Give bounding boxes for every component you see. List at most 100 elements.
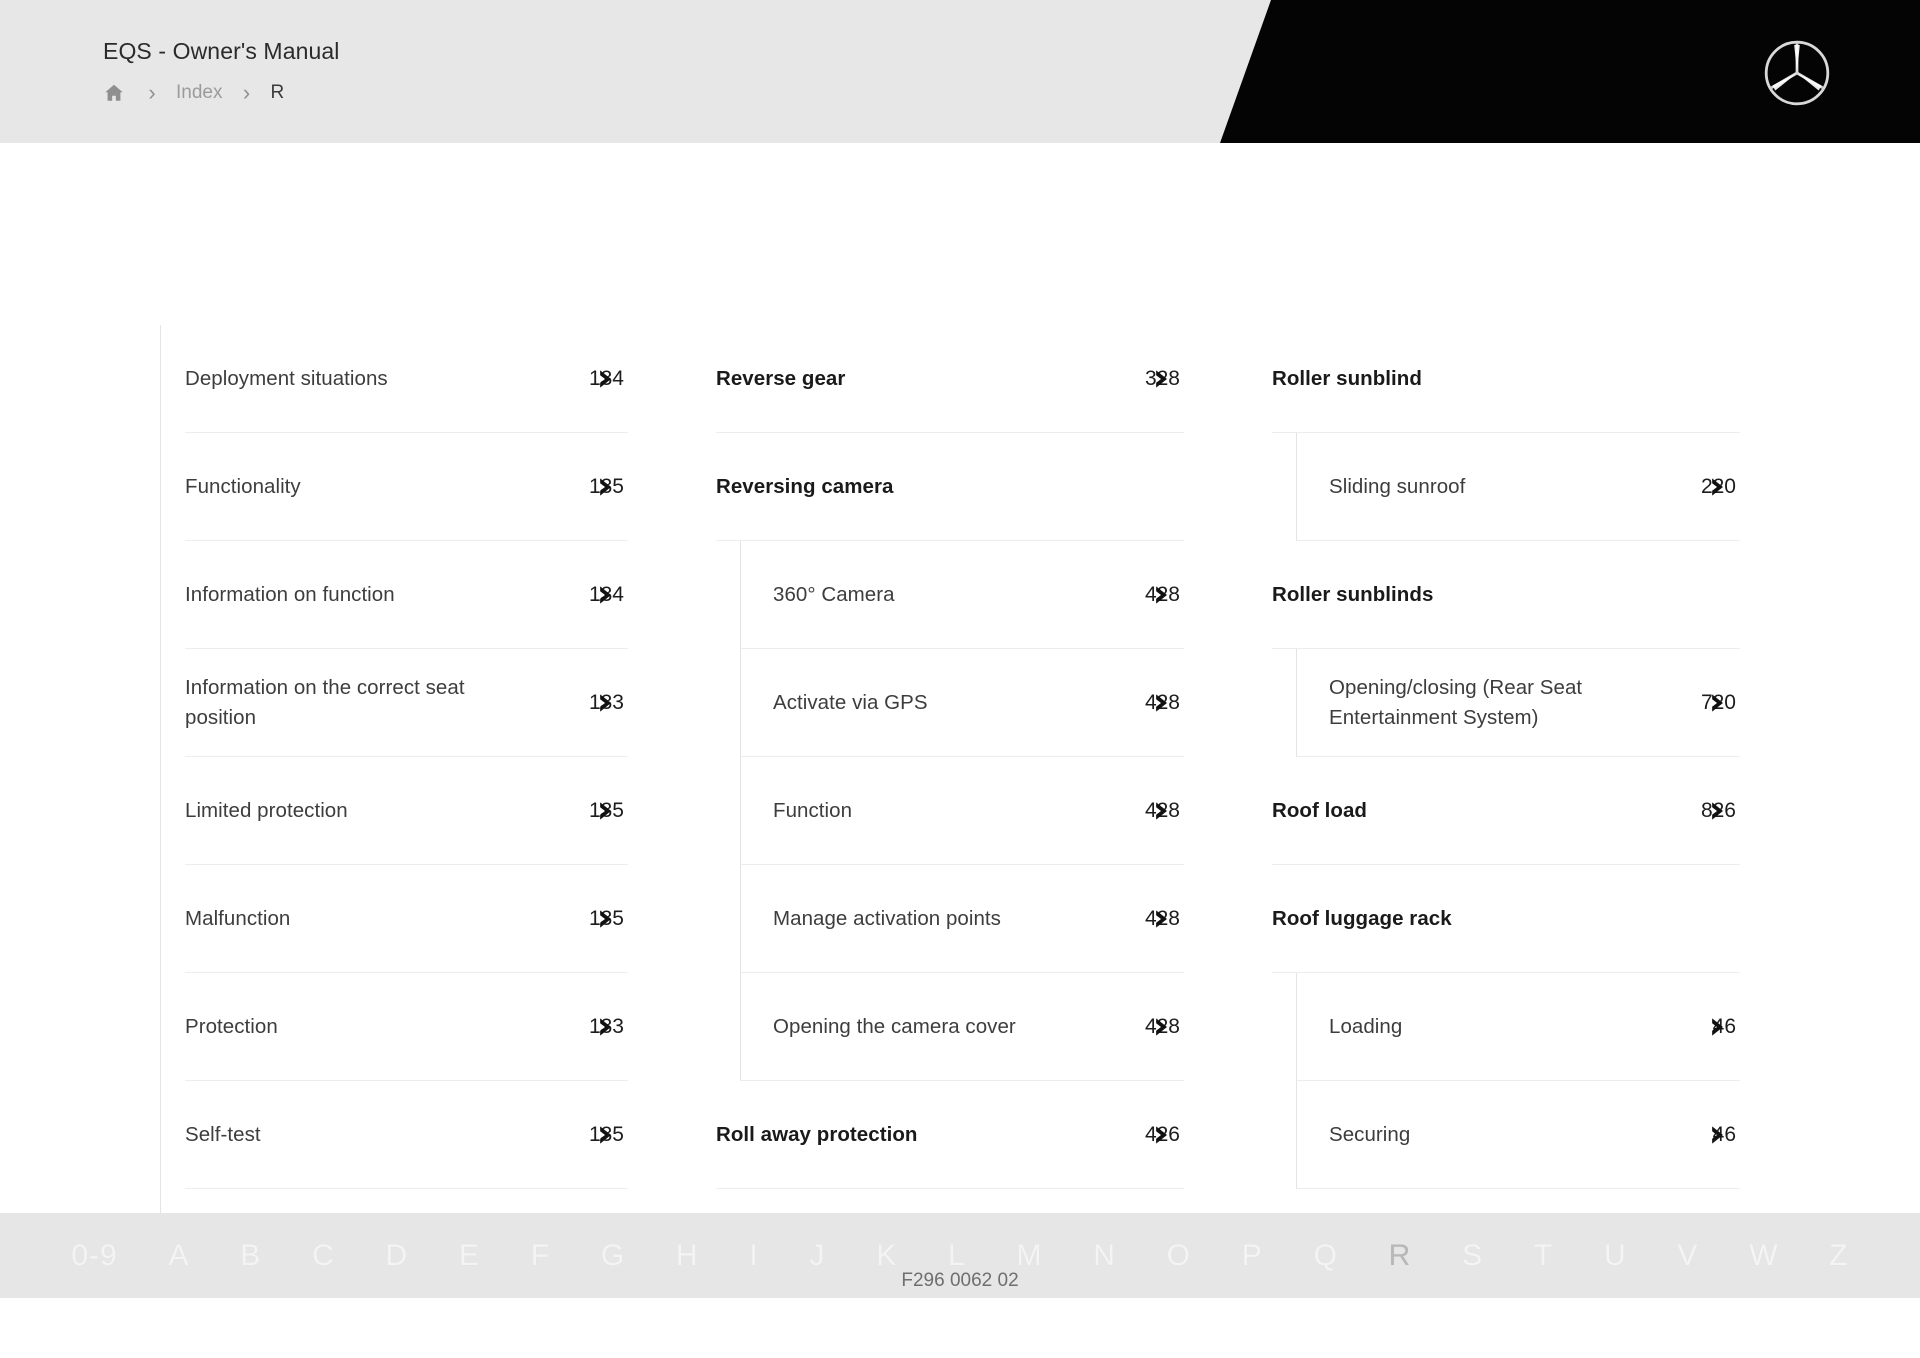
index-heading-row[interactable]: Roller sunblinds	[1272, 541, 1740, 649]
alphabet-link-o[interactable]: O	[1141, 1239, 1216, 1273]
index-entry-label: Malfunction	[185, 906, 291, 930]
index-entry-row[interactable]: Securing 46	[1296, 1081, 1740, 1189]
index-entry-row[interactable]: Opening the camera cover 428	[740, 973, 1184, 1081]
alphabet-link-i[interactable]: I	[724, 1239, 784, 1273]
index-page-number[interactable]: 46	[1694, 1015, 1740, 1039]
index-page-number[interactable]: 328	[1138, 367, 1184, 391]
page-header: EQS - Owner's Manual › Index › R	[0, 0, 1920, 143]
alphabet-link-l[interactable]: L	[923, 1239, 991, 1273]
index-heading-row[interactable]: Reverse gear 328	[716, 325, 1184, 433]
index-entry-label: Reversing camera	[716, 474, 894, 498]
index-entry-row[interactable]: Opening/closing (Rear Seat Entertainment…	[1296, 649, 1740, 757]
alphabet-link-09[interactable]: 0-9	[46, 1239, 143, 1273]
index-entry-label: Information on function	[185, 582, 395, 606]
page-number-text: 720	[1700, 690, 1736, 714]
index-entry-row[interactable]: Deployment situations 134	[185, 325, 628, 433]
page-number-text: 428	[1144, 906, 1180, 930]
index-entry-row[interactable]: Self-test 135	[185, 1081, 628, 1189]
alphabet-link-z[interactable]: Z	[1804, 1239, 1874, 1273]
breadcrumb-separator-2: ›	[242, 80, 251, 105]
index-page-number[interactable]: 135	[582, 1123, 628, 1147]
index-page-number[interactable]: 426	[1138, 1123, 1184, 1147]
page-number-text: 134	[588, 582, 624, 606]
index-page-number[interactable]: 134	[582, 367, 628, 391]
index-page-number[interactable]: 135	[582, 799, 628, 823]
page-title: EQS - Owner's Manual	[103, 38, 340, 64]
alphabet-link-s[interactable]: S	[1437, 1239, 1509, 1273]
alphabet-link-q[interactable]: Q	[1288, 1239, 1363, 1273]
mercedes-star-icon	[1762, 38, 1832, 108]
column-3: Roller sunblind Sliding sunroof 220 Roller …	[1272, 325, 1740, 1297]
page-number-text: 46	[1712, 1122, 1736, 1146]
index-entry-row[interactable]: Information on function 134	[185, 541, 628, 649]
alphabet-link-g[interactable]: G	[575, 1239, 650, 1273]
index-entry-label: Opening the camera cover	[773, 1014, 1016, 1038]
index-entry-row[interactable]: Manage activation points 428	[740, 865, 1184, 973]
index-heading-row[interactable]: Roll away protection 426	[716, 1081, 1184, 1189]
index-page-number[interactable]: 428	[1138, 1015, 1184, 1039]
index-page-number[interactable]: 220	[1694, 475, 1740, 499]
index-entry-row[interactable]: Malfunction 135	[185, 865, 628, 973]
index-entry-row[interactable]: 360° Camera 428	[740, 541, 1184, 649]
alphabet-link-t[interactable]: T	[1509, 1239, 1579, 1273]
index-heading-row[interactable]: Roof luggage rack	[1272, 865, 1740, 973]
alphabet-link-m[interactable]: M	[991, 1239, 1068, 1273]
alphabet-link-d[interactable]: D	[360, 1239, 433, 1273]
index-page-number[interactable]: 46	[1694, 1123, 1740, 1147]
index-page-number[interactable]: 135	[582, 907, 628, 931]
index-page-number[interactable]: 428	[1138, 907, 1184, 931]
index-entry-label: Reverse gear	[716, 366, 846, 390]
index-page-number[interactable]: 428	[1138, 799, 1184, 823]
index-page-number[interactable]: 720	[1694, 691, 1740, 715]
index-page-number[interactable]: 826	[1694, 799, 1740, 823]
document-id: F296 0062 02	[901, 1270, 1019, 1291]
index-entry-row[interactable]: Information on the correct seat position…	[185, 649, 628, 757]
column-1-group: Deployment situations 134 Functionality 135…	[160, 325, 628, 1297]
page-number-text: 135	[588, 474, 624, 498]
page-number-text: 134	[588, 366, 624, 390]
index-entry-row[interactable]: Function 428	[740, 757, 1184, 865]
page-number-text: 428	[1144, 690, 1180, 714]
alphabet-link-e[interactable]: E	[434, 1239, 506, 1273]
index-entry-label: Self-test	[185, 1122, 261, 1146]
index-page-number[interactable]: 428	[1138, 691, 1184, 715]
alphabet-link-a[interactable]: A	[143, 1239, 215, 1273]
alphabet-link-v[interactable]: V	[1652, 1239, 1724, 1273]
index-entry-row[interactable]: Activate via GPS 428	[740, 649, 1184, 757]
home-icon[interactable]	[100, 80, 128, 106]
index-entry-label: Manage activation points	[773, 906, 1001, 930]
index-entry-row[interactable]: Loading 46	[1296, 973, 1740, 1081]
index-heading-row[interactable]: Roof load 826	[1272, 757, 1740, 865]
index-page-number[interactable]: 133	[582, 691, 628, 715]
alphabet-link-c[interactable]: C	[287, 1239, 360, 1273]
index-heading-row[interactable]: Reversing camera	[716, 433, 1184, 541]
index-entry-label: Loading	[1329, 1014, 1403, 1038]
alphabet-link-k[interactable]: K	[851, 1239, 923, 1273]
alphabet-link-b[interactable]: B	[215, 1239, 287, 1273]
page-number-text: 428	[1144, 582, 1180, 606]
alphabet-link-h[interactable]: H	[651, 1239, 724, 1273]
alphabet-link-n[interactable]: N	[1068, 1239, 1141, 1273]
index-entry-row[interactable]: Functionality 135	[185, 433, 628, 541]
index-entry-row[interactable]: Sliding sunroof 220	[1296, 433, 1740, 541]
index-page-number[interactable]: 133	[582, 1015, 628, 1039]
alphabet-link-f[interactable]: F	[505, 1239, 575, 1273]
index-page-number[interactable]: 134	[582, 583, 628, 607]
alphabet-link-j[interactable]: J	[784, 1239, 851, 1273]
index-entry-label: Functionality	[185, 474, 301, 498]
index-heading-row[interactable]: Roller sunblind	[1272, 325, 1740, 433]
index-entry-row[interactable]: Limited protection 135	[185, 757, 628, 865]
alphabet-link-r[interactable]: R	[1363, 1239, 1436, 1273]
index-page-number[interactable]: 428	[1138, 583, 1184, 607]
index-page-number[interactable]: 135	[582, 475, 628, 499]
index-entry-row[interactable]: Protection 133	[185, 973, 628, 1081]
page-number-text: 220	[1700, 474, 1736, 498]
breadcrumb-item-index[interactable]: Index	[176, 80, 222, 106]
index-entry-label: Roller sunblinds	[1272, 582, 1434, 606]
alphabet-link-u[interactable]: U	[1579, 1239, 1652, 1273]
index-columns: Deployment situations 134 Functionality 135…	[160, 325, 1800, 1297]
alphabet-link-w[interactable]: W	[1724, 1239, 1804, 1273]
column-2: Reverse gear 328 Reversing camera 360° Came…	[716, 325, 1184, 1297]
index-entry-label: Limited protection	[185, 798, 348, 822]
alphabet-link-p[interactable]: P	[1216, 1239, 1288, 1273]
